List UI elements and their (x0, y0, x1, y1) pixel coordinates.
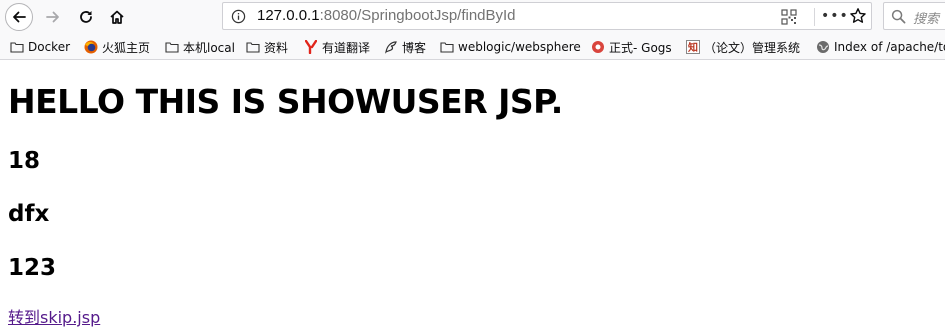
bookmark-blog[interactable]: 博客 (384, 38, 426, 56)
forward-arrow-icon (46, 11, 59, 23)
youdao-icon (304, 40, 318, 54)
home-icon (110, 10, 124, 24)
bookmark-gogs[interactable]: 正式- Gogs (591, 38, 672, 56)
page-actions-button[interactable]: ••• (821, 8, 849, 24)
bookmark-youdao[interactable]: 有道翻译 (304, 38, 370, 56)
bookmark-label: 有道翻译 (322, 40, 371, 55)
search-bar[interactable]: 搜索 (883, 2, 945, 30)
bookmark-firefox-home[interactable]: 火狐主页 (84, 38, 150, 56)
bookmark-docker[interactable]: Docker (10, 38, 70, 56)
search-placeholder: 搜索 (913, 12, 940, 27)
forward-button[interactable] (39, 3, 67, 31)
bookmark-ziliao[interactable]: 资料 (246, 38, 288, 56)
bookmark-label: weblogic/websphere (458, 40, 581, 54)
reload-icon (80, 11, 92, 23)
bookmark-paper-system[interactable]: 知 （论文）管理系统 (686, 38, 800, 56)
firefox-icon (84, 40, 98, 54)
bookmark-label: 博客 (402, 40, 427, 55)
url-text[interactable]: 127.0.0.1:8080/SpringbootJsp/findById (257, 7, 516, 24)
back-button[interactable] (5, 3, 33, 31)
bookmark-weblogic[interactable]: weblogic/websphere (440, 38, 581, 56)
qr-code-icon[interactable] (781, 9, 797, 25)
bookmark-local[interactable]: 本机local (165, 38, 235, 56)
browser-toolbar: 127.0.0.1:8080/SpringbootJsp/findById ••… (0, 0, 945, 34)
user-age-value: 18 (8, 148, 41, 174)
svg-text:知: 知 (687, 41, 698, 54)
info-icon[interactable] (231, 9, 246, 24)
bookmark-label: Docker (28, 40, 71, 54)
user-password-value: 123 (8, 255, 57, 281)
folder-icon (246, 40, 260, 54)
folder-icon (10, 40, 24, 54)
reload-button[interactable] (72, 3, 100, 31)
url-path: :8080/SpringbootJsp/findById (319, 7, 516, 24)
url-bar[interactable]: 127.0.0.1:8080/SpringbootJsp/findById ••… (222, 2, 872, 30)
bookmark-label: 本机local (183, 40, 235, 55)
url-host: 127.0.0.1 (257, 7, 320, 24)
page-heading: HELLO THIS IS SHOWUSER JSP. (8, 82, 563, 121)
folder-icon (165, 40, 179, 54)
bookmark-label: 火狐主页 (102, 40, 151, 55)
user-name-value: dfx (8, 201, 50, 227)
bookmark-label: 正式- Gogs (609, 40, 672, 55)
bookmark-star-icon[interactable] (849, 7, 867, 25)
home-button[interactable] (103, 3, 131, 31)
globe-icon (816, 40, 830, 54)
zhi-icon: 知 (686, 40, 700, 54)
bookmark-label: 资料 (264, 40, 289, 55)
bookmarks-bar: Docker 火狐主页 本机local 资料 有道翻译 博客 weblogic/… (0, 34, 945, 60)
folder-icon (440, 40, 454, 54)
gogs-icon (591, 40, 605, 54)
skip-jsp-link[interactable]: 转到skip.jsp (8, 304, 100, 328)
url-separator (814, 8, 815, 26)
blog-icon (384, 40, 398, 54)
bookmark-apache-index[interactable]: Index of /apache/to (816, 38, 945, 56)
bookmark-label: （论文）管理系统 (704, 40, 801, 55)
back-arrow-icon (13, 11, 26, 23)
bookmark-label: Index of /apache/to (834, 40, 945, 54)
search-icon (891, 9, 906, 24)
